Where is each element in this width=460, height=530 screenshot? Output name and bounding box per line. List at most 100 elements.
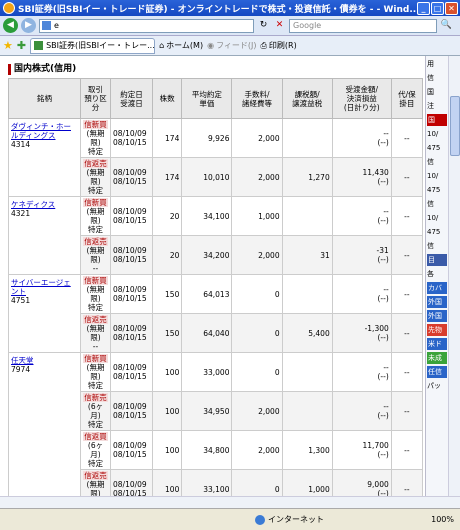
fee-cell: 0 — [231, 274, 283, 314]
side-panel-item[interactable]: 国 — [427, 114, 447, 126]
stock-name-cell: 任天堂 7974 — [8, 352, 81, 496]
search-input[interactable]: Google — [289, 18, 437, 33]
forward-button[interactable]: ▶ — [21, 18, 36, 33]
feed-label: フィード(J) — [216, 41, 257, 50]
side-panel-item[interactable]: 国 — [427, 86, 447, 98]
day-trade-pl: (--) — [377, 138, 389, 147]
trade-type-cell: 信新買 (無期限) 特定 — [80, 274, 111, 314]
window-titlebar: SBI証券(旧SBIイー・トレード証券) - オンライントレードで株式・投資信託… — [0, 0, 460, 16]
address-bar[interactable]: e — [39, 18, 254, 33]
trade-type-cell: 信返売(無期限)-- — [80, 235, 111, 275]
side-panel-item[interactable]: 475 — [427, 184, 447, 196]
fee: 0 — [274, 289, 280, 299]
margin-ratio: -- — [404, 250, 410, 260]
amount-cell: 9,000 (--) — [331, 469, 392, 496]
content-area: 国内株式(信用) 銘柄 取引 預り区 分約定日 受渡日 株数 平均約定 単価 手数料/ … — [0, 56, 425, 496]
side-panel-item[interactable]: パッ — [427, 380, 447, 392]
fee-cell: 2,000 — [231, 391, 283, 431]
side-panel-item[interactable]: カバ — [427, 282, 447, 294]
side-panel-item[interactable]: 目 — [427, 254, 447, 266]
side-panel-item[interactable]: 信 — [427, 72, 447, 84]
settle-date: 08/10/15 — [113, 333, 147, 342]
side-panel-item[interactable]: 各 — [427, 268, 447, 280]
column-header: 株数 — [151, 78, 183, 119]
stock-name-link[interactable]: ケネディクス — [11, 200, 78, 209]
side-panel-item[interactable]: 475 — [427, 226, 447, 238]
margin-ratio: -- — [404, 172, 410, 182]
ratio-cell: -- — [390, 352, 424, 392]
quantity-cell: 174 — [151, 157, 183, 197]
margin-ratio: -- — [404, 367, 410, 377]
day-trade-pl: (--) — [377, 489, 389, 496]
back-button[interactable]: ◀ — [3, 18, 18, 33]
home-button[interactable]: ⌂ ホーム(M) — [159, 40, 203, 51]
feed-button[interactable]: ◉ フィード(J) — [207, 40, 256, 51]
stock-code: 7974 — [11, 365, 31, 374]
settle-amount: -- — [383, 363, 389, 372]
settle-date: 08/10/15 — [113, 255, 147, 264]
quantity-cell: 100 — [151, 469, 183, 496]
tab-sbi[interactable]: SBI証券(旧SBIイー・トレー... — [30, 37, 156, 54]
avg-price: 33,000 — [203, 367, 230, 377]
quantity-cell: 150 — [151, 274, 183, 314]
settle-date: 08/10/15 — [113, 372, 147, 381]
side-panel-item[interactable]: 10/ — [427, 170, 447, 182]
amount-cell: 11,700 (--) — [331, 430, 392, 470]
amount-cell: -- (--) — [331, 391, 392, 431]
vertical-scrollbar[interactable] — [448, 56, 460, 496]
tax: 5,400 — [308, 328, 330, 338]
side-panel-item[interactable]: 米ド — [427, 338, 447, 350]
fee: 2,000 — [258, 172, 280, 182]
settle-date: 08/10/15 — [113, 450, 147, 459]
stop-button[interactable]: ✕ — [273, 19, 286, 32]
fee: 2,000 — [258, 445, 280, 455]
side-panel-item[interactable]: 475 — [427, 142, 447, 154]
print-button[interactable]: ⎙ 印刷(R) — [261, 40, 297, 51]
zoom-level[interactable]: 100% — [431, 515, 454, 524]
search-go-button[interactable]: 🔍 — [440, 19, 453, 32]
stock-name-link[interactable]: サイバーエージェント — [11, 278, 78, 296]
side-panel-item[interactable]: 先物 — [427, 324, 447, 336]
side-panel-item[interactable]: 未成 — [427, 352, 447, 364]
side-panel: 用信国注国 10/475 信 10/475 信 10/475 信目各カバ 外国 外国 先物 米ド 未成… — [425, 56, 448, 496]
favorites-star-icon[interactable]: ★ — [3, 39, 13, 52]
margin-ratio: -- — [404, 484, 410, 494]
trade-term: (無期限) — [86, 246, 105, 264]
column-header: 取引 預り区 分 — [80, 78, 111, 119]
quantity: 174 — [165, 172, 180, 182]
side-panel-item[interactable]: 外国 — [427, 310, 447, 322]
side-panel-item[interactable]: 信 — [427, 240, 447, 252]
day-trade-pl: (--) — [377, 372, 389, 381]
settle-date: 08/10/15 — [113, 489, 147, 496]
scroll-thumb[interactable] — [450, 96, 460, 156]
stock-name-link[interactable]: ダヴィンチ・ホールディングス — [11, 122, 78, 140]
settle-amount: -31 — [376, 246, 389, 255]
trade-type-cell: 信新買 (無期限) 特定 — [80, 118, 111, 158]
side-panel-item[interactable]: 注 — [427, 100, 447, 112]
side-panel-item[interactable]: 任信 — [427, 366, 447, 378]
price-cell: 33,000 — [181, 352, 233, 392]
side-panel-item[interactable]: 信 — [427, 156, 447, 168]
horizontal-scrollbar[interactable] — [0, 496, 460, 508]
side-panel-item[interactable]: 10/ — [427, 212, 447, 224]
add-favorite-icon[interactable]: ✚ — [17, 39, 26, 52]
column-header: 代/保 掛目 — [390, 78, 424, 119]
avg-price: 34,800 — [203, 445, 230, 455]
ratio-cell: -- — [390, 196, 424, 236]
stock-name-link[interactable]: 任天堂 — [11, 356, 78, 365]
column-header: 銘柄 — [8, 78, 81, 119]
price-cell: 34,800 — [181, 430, 233, 470]
maximize-button[interactable]: □ — [431, 1, 444, 15]
date-cell: 08/10/09 08/10/15 — [110, 352, 153, 392]
refresh-button[interactable]: ↻ — [257, 19, 270, 32]
ratio-cell: -- — [390, 430, 424, 470]
close-button[interactable]: ✕ — [445, 1, 458, 15]
side-panel-item[interactable]: 外国 — [427, 296, 447, 308]
side-panel-item[interactable]: 用 — [427, 58, 447, 70]
settle-amount: -1,300 — [364, 324, 389, 333]
side-panel-item[interactable]: 信 — [427, 198, 447, 210]
stock-name-cell: ダヴィンチ・ホールディングス 4314 — [8, 118, 81, 197]
side-panel-item[interactable]: 10/ — [427, 128, 447, 140]
quantity-cell: 100 — [151, 352, 183, 392]
minimize-button[interactable]: _ — [417, 1, 430, 15]
